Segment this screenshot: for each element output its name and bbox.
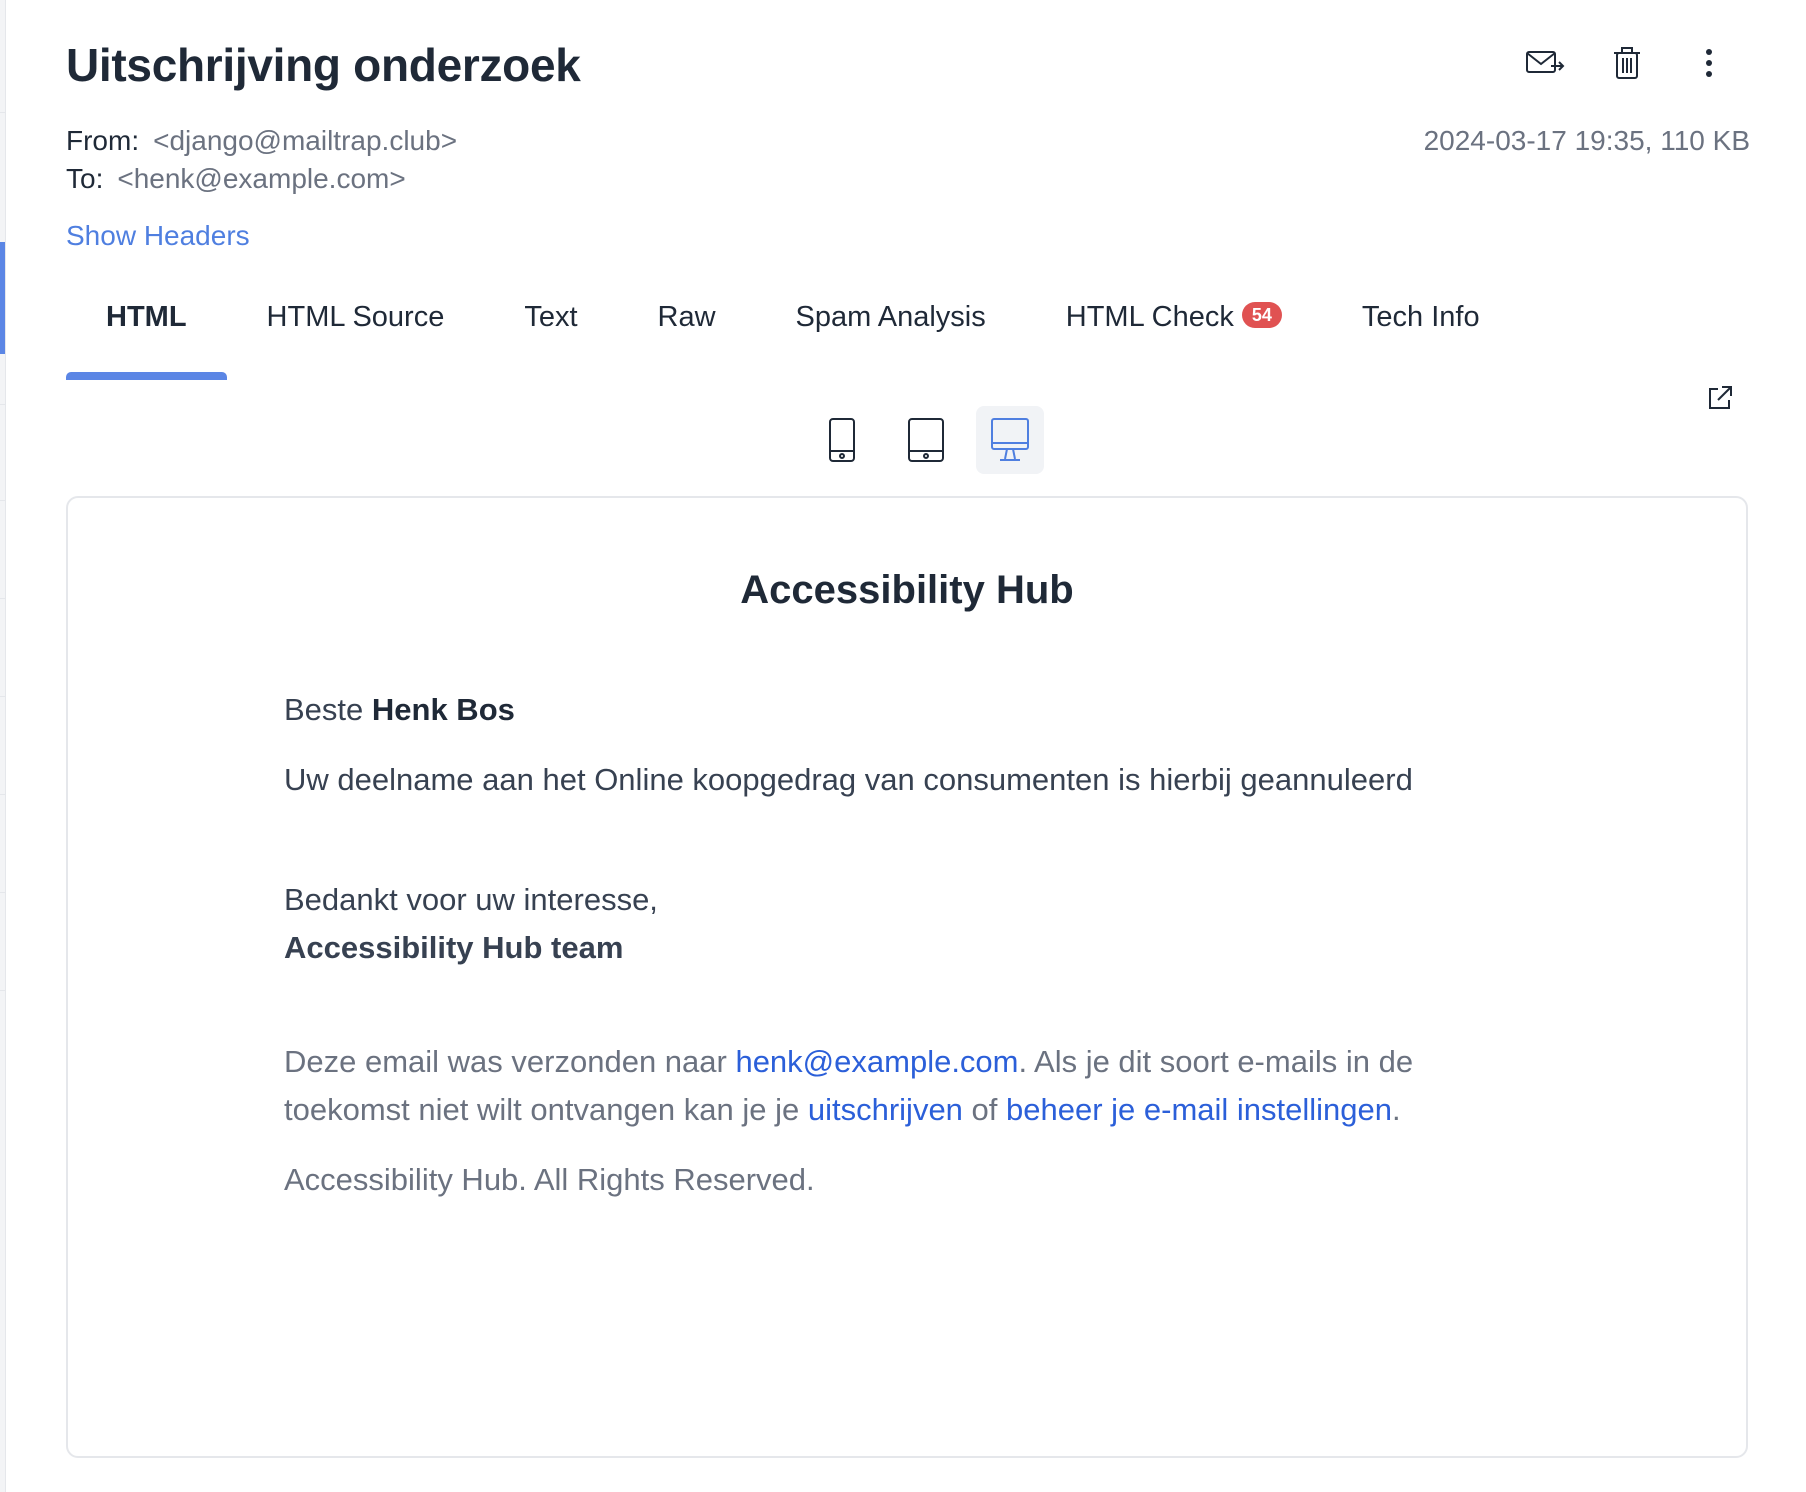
cancellation-message: Uw deelname aan het Online koopgedrag va… xyxy=(284,762,1413,797)
thanks-line: Bedankt voor uw interesse, xyxy=(284,882,658,917)
kebab-menu-icon xyxy=(1706,49,1712,77)
mail-brand-title: Accessibility Hub xyxy=(740,568,1074,612)
greeting-prefix: Beste xyxy=(284,692,372,727)
envelope-forward-icon xyxy=(1526,51,1565,73)
mobile-view-button[interactable] xyxy=(808,406,876,474)
device-view-switch xyxy=(808,406,1044,474)
date-size: 2024-03-17 19:35, 110 KB xyxy=(1423,125,1750,156)
email-addresses: From: <django@mailtrap.club> To: <henk@exa… xyxy=(66,122,457,198)
mail-footer-message: Deze email was verzonden naar henk@examp… xyxy=(284,1038,1544,1134)
rail-divider xyxy=(0,500,5,501)
rail-divider xyxy=(0,112,5,113)
to-label: To: xyxy=(66,163,104,194)
team-line: Accessibility Hub team xyxy=(284,930,624,965)
recipient-name: Henk Bos xyxy=(371,692,515,727)
tab-html-check-label: HTML Check xyxy=(1065,301,1234,333)
mail-body: Beste Henk Bos Uw deelname aan het Onlin… xyxy=(284,686,1544,1204)
delete-button[interactable] xyxy=(1586,40,1668,86)
rail-active-marker xyxy=(0,242,5,354)
rail-divider xyxy=(0,794,5,795)
email-subject: Uitschrijving onderzoek xyxy=(66,39,581,91)
desktop-view-button[interactable] xyxy=(976,406,1044,474)
mail-greeting: Beste Henk Bos xyxy=(284,686,1544,734)
tab-html-check[interactable]: HTML Check 54 xyxy=(1026,290,1322,366)
from-label: From: xyxy=(66,125,140,156)
message-tabs: HTML HTML Source Text Raw Spam Analysis … xyxy=(66,290,1520,380)
footer-text-4: . xyxy=(1392,1092,1401,1127)
tab-raw[interactable]: Raw xyxy=(618,290,756,366)
manage-email-settings-link[interactable]: beheer je e-mail instellingen xyxy=(1006,1092,1392,1127)
mail-signoff: Bedankt voor uw interesse, Accessibility… xyxy=(284,876,1544,972)
external-link-icon xyxy=(1709,386,1732,409)
tab-html[interactable]: HTML xyxy=(66,290,227,380)
unsubscribe-link[interactable]: uitschrijven xyxy=(808,1092,963,1127)
from-value: <django@mailtrap.club> xyxy=(153,125,458,156)
desktop-icon xyxy=(991,418,1029,461)
open-in-new-window-button[interactable] xyxy=(1700,378,1740,418)
footer-text-3: of xyxy=(962,1092,1007,1127)
footer-text-1: Deze email was verzonden naar xyxy=(284,1044,736,1079)
tab-tech-info[interactable]: Tech Info xyxy=(1322,290,1520,366)
recipient-email-link[interactable]: henk@example.com xyxy=(735,1044,1018,1079)
html-check-count-badge: 54 xyxy=(1241,302,1282,329)
tablet-view-button[interactable] xyxy=(892,406,960,474)
trash-icon xyxy=(1614,47,1640,79)
tablet-icon xyxy=(908,418,944,462)
message-actions xyxy=(1504,40,1750,86)
more-options-button[interactable] xyxy=(1668,40,1750,86)
to-value: <henk@example.com> xyxy=(117,163,406,194)
mail-copyright: Accessibility Hub. All Rights Reserved. xyxy=(284,1162,815,1197)
left-rail xyxy=(0,0,6,1492)
rail-divider xyxy=(0,598,5,599)
rail-divider xyxy=(0,990,5,991)
email-preview-frame: Accessibility Hub Beste Henk Bos Uw deel… xyxy=(66,496,1748,1458)
rail-divider xyxy=(0,892,5,893)
mobile-icon xyxy=(829,418,855,462)
from-line: From: <django@mailtrap.club> xyxy=(66,122,457,160)
tab-text[interactable]: Text xyxy=(484,290,617,366)
to-line: To: <henk@example.com> xyxy=(66,160,457,198)
show-headers-link[interactable]: Show Headers xyxy=(66,220,250,252)
tab-html-source[interactable]: HTML Source xyxy=(227,290,485,366)
forward-button[interactable] xyxy=(1504,40,1586,86)
rail-divider xyxy=(0,696,5,697)
rail-divider xyxy=(0,404,5,405)
message-view: Uitschrijving onderzoek From: <django@ma… xyxy=(66,0,1750,1492)
tab-spam-analysis[interactable]: Spam Analysis xyxy=(756,290,1026,366)
